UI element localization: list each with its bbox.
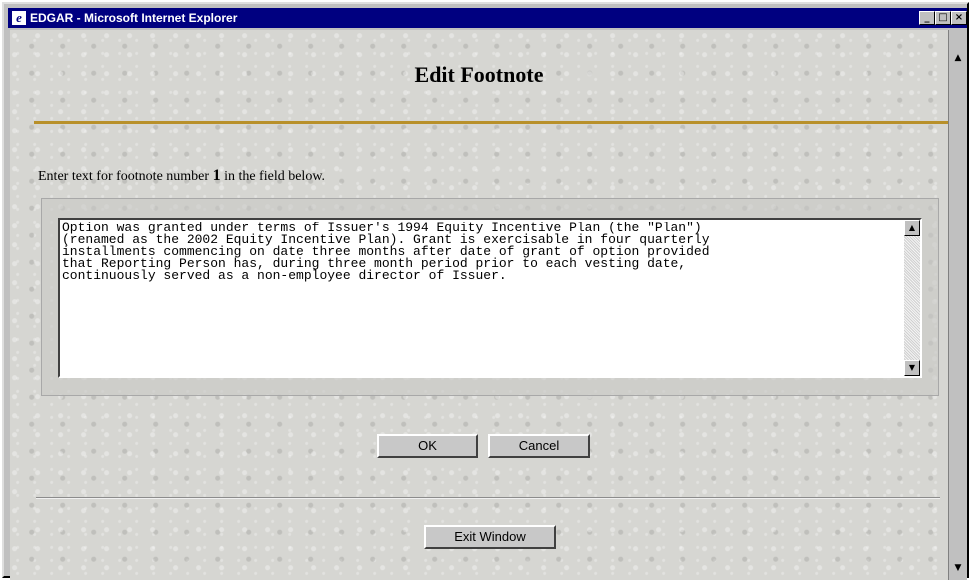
ie-icon: e [12,11,26,25]
maximize-button[interactable]: □ [935,11,951,25]
scroll-up-icon[interactable]: ▲ [904,220,920,236]
footnote-number: 1 [212,167,221,184]
heading-divider [34,121,948,124]
browser-window: e EDGAR - Microsoft Internet Explorer _ … [2,2,969,580]
page-scroll-down-icon[interactable]: ▼ [950,560,966,576]
scroll-down-icon[interactable]: ▼ [904,360,920,376]
page-title: Edit Footnote [414,62,544,87]
exit-window-button[interactable]: Exit Window [424,525,556,549]
cancel-button[interactable]: Cancel [488,434,590,458]
footer-divider [36,497,940,499]
page-scrollbar[interactable]: ▲ ▼ [948,30,967,580]
footnote-text[interactable]: Option was granted under terms of Issuer… [62,222,892,372]
instruction-text: Enter text for footnote number 1 in the … [38,167,325,185]
page-scroll-up-icon[interactable]: ▲ [950,50,966,66]
window-controls: _ □ × [919,11,967,25]
close-button[interactable]: × [951,11,967,25]
instruction-suffix: in the field below. [220,169,326,184]
minimize-button[interactable]: _ [919,11,935,25]
ok-button[interactable]: OK [377,434,478,458]
page-content: Edit Footnote Enter text for footnote nu… [10,30,948,580]
window-title: EDGAR - Microsoft Internet Explorer [30,11,238,25]
instruction-prefix: Enter text for footnote number [38,169,213,184]
textarea-scrollbar[interactable]: ▲ ▼ [904,220,920,376]
footnote-textarea[interactable]: Option was granted under terms of Issuer… [58,218,922,378]
footnote-panel: Option was granted under terms of Issuer… [41,198,939,396]
title-bar[interactable]: e EDGAR - Microsoft Internet Explorer _ … [8,8,967,28]
